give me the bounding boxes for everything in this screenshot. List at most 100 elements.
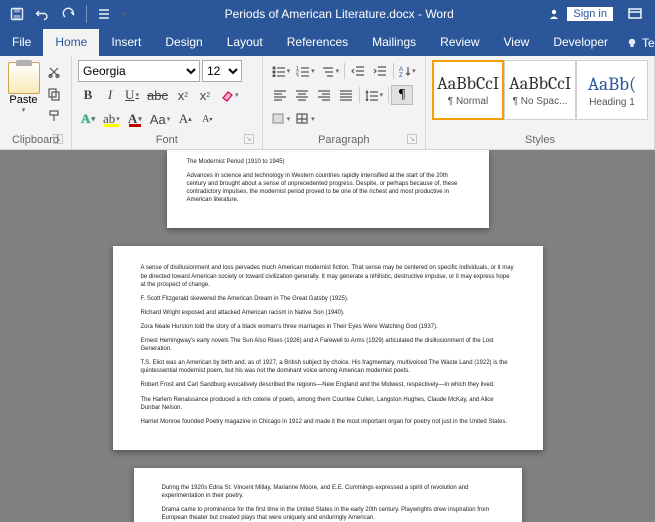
document-text: During the 1920s Edna St. Vincent Millay… <box>162 484 494 500</box>
document-text: Ernest Hemingway's early novels The Sun … <box>141 337 515 353</box>
tab-review[interactable]: Review <box>428 29 491 56</box>
paragraph-launcher[interactable] <box>407 134 417 144</box>
paste-label: Paste <box>6 94 41 106</box>
tab-developer[interactable]: Developer <box>541 29 620 56</box>
ribbon: Paste ▾ Clipboard Georgia 12 B <box>0 56 655 150</box>
clear-format-button[interactable] <box>217 85 242 105</box>
tell-me-label: Tel <box>642 36 655 50</box>
window-title: Periods of American Literature.docx - Wo… <box>131 7 547 21</box>
subscript-button[interactable]: x2 <box>173 85 193 105</box>
superscript-button[interactable]: x2 <box>195 85 215 105</box>
document-page[interactable]: A sense of disillusionment and loss perv… <box>113 246 543 449</box>
cut-button[interactable] <box>43 62 65 82</box>
tab-view[interactable]: View <box>492 29 542 56</box>
text-effects-button[interactable]: A <box>78 109 98 129</box>
clipboard-launcher[interactable] <box>53 134 63 144</box>
underline-button[interactable]: U <box>122 85 142 105</box>
tab-design[interactable]: Design <box>153 29 214 56</box>
tell-me-button[interactable]: Tel <box>620 32 655 56</box>
align-right-icon <box>317 89 331 101</box>
brush-icon <box>47 109 61 123</box>
tab-references[interactable]: References <box>275 29 360 56</box>
document-text: Harriet Monroe founded Poetry magazine i… <box>141 418 515 426</box>
styles-group-label: Styles <box>432 132 648 149</box>
justify-button[interactable] <box>335 85 357 105</box>
svg-text:Z: Z <box>399 73 403 77</box>
sign-in-button[interactable]: Sign in <box>567 7 613 21</box>
style-heading1[interactable]: AaBb( Heading 1 <box>576 60 648 120</box>
document-area[interactable]: The Modernist Period (1910 to 1945) Adva… <box>0 150 655 522</box>
tab-insert[interactable]: Insert <box>99 29 153 56</box>
tab-file[interactable]: File <box>0 29 43 56</box>
style-no-spacing[interactable]: AaBbCcI ¶ No Spac... <box>504 60 576 120</box>
ribbon-display-button[interactable] <box>619 2 651 26</box>
indent-icon <box>373 65 387 77</box>
group-styles: AaBbCcI ¶ Normal AaBbCcI ¶ No Spac... Aa… <box>426 56 655 149</box>
show-marks-button[interactable]: ¶ <box>391 85 413 105</box>
font-color-button[interactable]: A <box>125 109 145 129</box>
shading-icon <box>272 113 286 125</box>
increase-indent-button[interactable] <box>369 61 391 81</box>
shading-button[interactable] <box>269 109 294 129</box>
document-text: Richard Wright exposed and attacked Amer… <box>141 309 515 317</box>
document-text: Robert Frost and Carl Sandburg evocative… <box>141 381 515 389</box>
style-name: Heading 1 <box>577 97 647 108</box>
qat-separator <box>86 5 87 23</box>
bullets-button[interactable] <box>269 61 294 81</box>
eraser-icon <box>220 88 234 102</box>
grow-font-button[interactable]: A▴ <box>175 109 195 129</box>
tab-home[interactable]: Home <box>43 29 99 56</box>
undo-button[interactable] <box>30 2 56 26</box>
align-right-button[interactable] <box>313 85 335 105</box>
qat-customize-button[interactable] <box>117 2 131 26</box>
sort-icon: AZ <box>399 65 411 77</box>
paragraph-group-label: Paragraph <box>269 132 419 149</box>
tab-layout[interactable]: Layout <box>215 29 275 56</box>
decrease-indent-button[interactable] <box>347 61 369 81</box>
font-name-select[interactable]: Georgia <box>78 60 200 82</box>
highlight-button[interactable]: ab <box>100 109 123 129</box>
multilevel-button[interactable] <box>318 61 343 81</box>
change-case-button[interactable]: Aa <box>147 109 173 129</box>
format-painter-button[interactable] <box>43 106 65 126</box>
italic-button[interactable]: I <box>100 85 120 105</box>
sort-button[interactable]: AZ <box>396 61 419 81</box>
clipboard-group-label: Clipboard <box>6 132 65 149</box>
paste-button[interactable]: Paste ▾ <box>6 60 41 114</box>
tab-mailings[interactable]: Mailings <box>360 29 428 56</box>
document-text: The Modernist Period (1910 to 1945) <box>187 158 469 166</box>
document-text: Drama came to prominence for the first t… <box>162 506 494 522</box>
shrink-font-button[interactable]: A▾ <box>197 109 217 129</box>
align-left-button[interactable] <box>269 85 291 105</box>
account-icon <box>547 7 561 21</box>
copy-icon <box>47 87 61 101</box>
svg-text:3: 3 <box>296 74 299 77</box>
spacing-icon <box>97 7 111 21</box>
document-page[interactable]: The Modernist Period (1910 to 1945) Adva… <box>167 150 489 228</box>
numbering-button[interactable]: 123 <box>293 61 318 81</box>
group-clipboard: Paste ▾ Clipboard <box>0 56 72 149</box>
style-sample: AaBb( <box>588 73 636 95</box>
align-left-icon <box>273 89 287 101</box>
style-normal[interactable]: AaBbCcI ¶ Normal <box>432 60 504 120</box>
borders-icon <box>296 113 310 125</box>
save-button[interactable] <box>4 2 30 26</box>
line-spacing-button[interactable] <box>362 85 387 105</box>
style-sample: AaBbCcI <box>437 73 499 94</box>
style-name: ¶ Normal <box>433 96 503 107</box>
font-launcher[interactable] <box>244 134 254 144</box>
paste-dropdown[interactable]: ▾ <box>6 106 41 114</box>
redo-button[interactable] <box>56 2 82 26</box>
borders-button[interactable] <box>293 109 318 129</box>
cut-icon <box>47 65 61 79</box>
font-size-select[interactable]: 12 <box>202 60 242 82</box>
align-center-button[interactable] <box>291 85 313 105</box>
line-spacing-icon <box>365 89 379 101</box>
line-spacing-qat-button[interactable] <box>91 2 117 26</box>
bulb-icon <box>626 37 638 49</box>
strike-button[interactable]: abc <box>144 85 171 105</box>
copy-button[interactable] <box>43 84 65 104</box>
document-page[interactable]: During the 1920s Edna St. Vincent Millay… <box>134 468 522 522</box>
bold-button[interactable]: B <box>78 85 98 105</box>
group-paragraph: 123 AZ ¶ Parag <box>263 56 426 149</box>
